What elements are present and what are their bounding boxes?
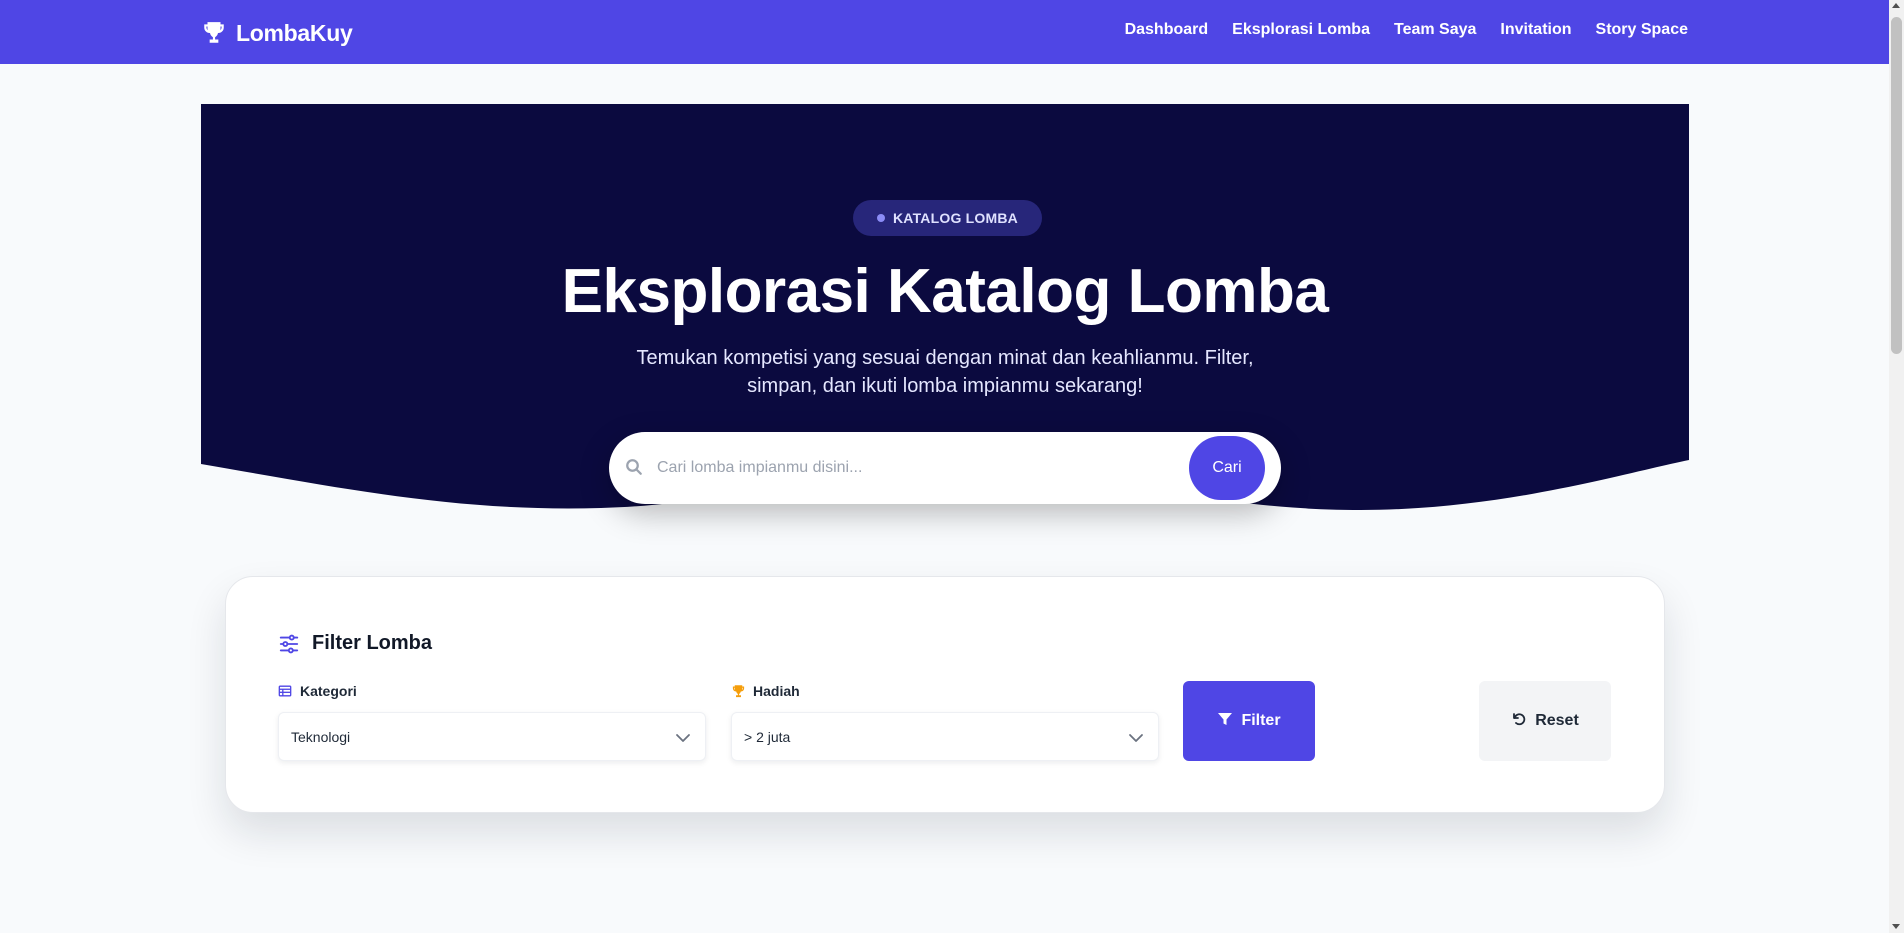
catalog-badge: KATALOG LOMBA [853, 200, 1042, 236]
kategori-label-text: Kategori [300, 683, 357, 699]
nav-link-dashboard[interactable]: Dashboard [1125, 21, 1209, 39]
scroll-up-arrow-icon[interactable] [1892, 3, 1900, 8]
kategori-label: Kategori [278, 683, 357, 699]
hero-subtitle: Temukan kompetisi yang sesuai dengan min… [636, 347, 1254, 397]
reset-icon [1511, 711, 1527, 732]
chevron-down-icon [1128, 730, 1144, 746]
filter-header: Filter Lomba [278, 632, 432, 655]
reset-button-label: Reset [1535, 712, 1579, 729]
search-input[interactable] [657, 450, 1177, 486]
nav-menu: Dashboard Eksplorasi Lomba Team Saya Inv… [1125, 21, 1688, 39]
page-title: Eksplorasi Katalog Lomba [561, 257, 1329, 326]
hadiah-selected-value: > 2 juta [744, 728, 791, 745]
filter-button[interactable]: Filter [1183, 681, 1315, 761]
table-icon [278, 684, 292, 698]
funnel-icon [1217, 711, 1233, 732]
search-bar: Cari [609, 432, 1281, 504]
nav-link-story-space[interactable]: Story Space [1596, 21, 1688, 39]
hadiah-label-text: Hadiah [753, 683, 800, 699]
filter-panel: Filter Lomba Kategori Teknologi Hadiah >… [225, 576, 1665, 813]
hadiah-label: Hadiah [731, 683, 800, 699]
hadiah-select[interactable]: > 2 juta [731, 712, 1159, 761]
nav-link-invitation[interactable]: Invitation [1500, 21, 1571, 39]
navbar: LombaKuy Dashboard Eksplorasi Lomba Team… [0, 0, 1889, 64]
chevron-down-icon [675, 730, 691, 746]
hero-section: KATALOG LOMBA Eksplorasi Katalog Lomba T… [201, 104, 1689, 560]
kategori-selected-value: Teknologi [291, 728, 351, 745]
kategori-select[interactable]: Teknologi [278, 712, 706, 761]
scroll-down-arrow-icon[interactable] [1892, 924, 1900, 929]
reset-button[interactable]: Reset [1479, 681, 1611, 761]
brand-name: LombaKuy [236, 19, 353, 46]
badge-label: KATALOG LOMBA [893, 210, 1018, 226]
badge-dot [877, 214, 885, 222]
scrollbar-thumb[interactable] [1891, 17, 1902, 354]
search-icon [625, 458, 645, 478]
nav-link-eksplorasi-lomba[interactable]: Eksplorasi Lomba [1232, 21, 1370, 39]
filter-title: Filter Lomba [312, 632, 433, 654]
trophy-icon [200, 19, 228, 47]
page-scrollbar[interactable] [1889, 0, 1904, 933]
nav-link-team-saya[interactable]: Team Saya [1394, 21, 1476, 39]
search-button[interactable]: Cari [1189, 436, 1265, 500]
sliders-icon [278, 633, 300, 655]
brand-logo[interactable]: LombaKuy [200, 19, 353, 47]
trophy-icon [731, 684, 745, 698]
filter-button-label: Filter [1241, 712, 1281, 729]
